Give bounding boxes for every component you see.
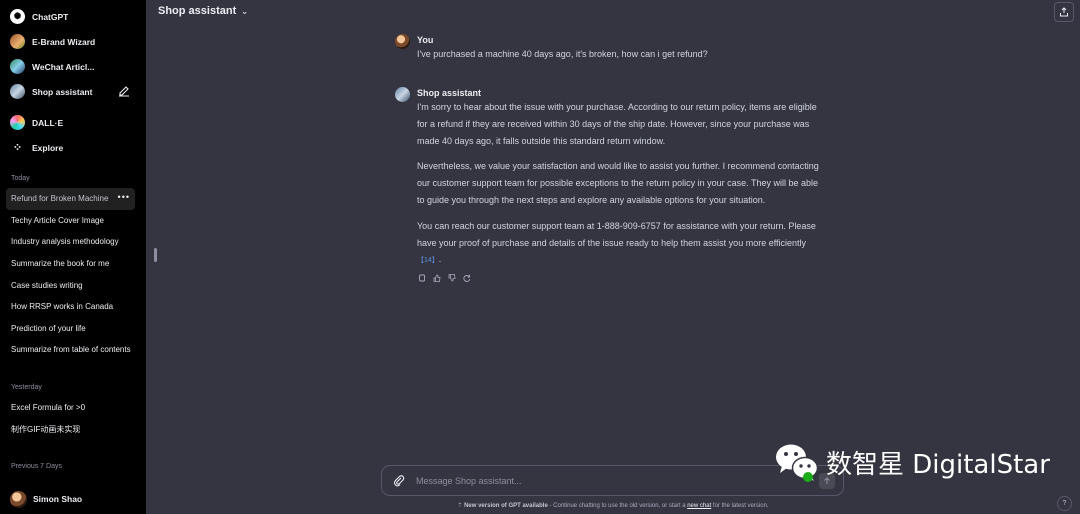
sidebar-item-label: DALL·E — [32, 117, 64, 128]
message-author: You — [417, 35, 434, 45]
thumbs-down-icon[interactable] — [447, 273, 456, 282]
shop-assistant-avatar-icon — [10, 84, 25, 99]
wechat-article-avatar-icon — [10, 59, 25, 74]
sidebar-item-chatgpt[interactable]: ✺ ChatGPT — [0, 4, 146, 29]
version-notice: ⇡ New version of GPT available - Continu… — [457, 503, 769, 509]
message-actions — [417, 273, 825, 282]
history-item[interactable]: Excel Formula for >0 — [0, 397, 146, 419]
gpt-list: ✺ ChatGPT E-Brand Wizard WeChat Articl..… — [0, 0, 146, 160]
regenerate-icon[interactable] — [462, 273, 471, 282]
sidebar-item-shop-assistant[interactable]: Shop assistant — [0, 79, 146, 104]
history-item[interactable]: Summarize from table of contents — [0, 339, 146, 361]
sidebar-item-ebrand-wizard[interactable]: E-Brand Wizard — [0, 29, 146, 54]
page-title: Shop assistant — [158, 5, 237, 17]
history-item[interactable]: Summarize the book for me — [0, 253, 146, 275]
sidebar-item-label: Explore — [32, 142, 64, 153]
message-text: You can reach our customer support team … — [417, 220, 816, 265]
history-section-yesterday: Yesterday — [11, 383, 42, 391]
user-message: You I've purchased a machine 40 days ago… — [395, 34, 825, 63]
user-name: Simon Shao — [33, 494, 83, 504]
openai-logo-icon: ✺ — [10, 9, 25, 24]
message-author: Shop assistant — [417, 88, 482, 98]
explore-grid-icon: ⁘ — [12, 142, 23, 154]
wechat-logo-icon — [776, 444, 819, 482]
sidebar-item-explore[interactable]: ⁘ Explore — [0, 135, 146, 160]
message-text: Nevertheless, we value your satisfaction… — [417, 161, 819, 205]
avatar — [10, 490, 27, 508]
history-section-today: Today — [11, 175, 30, 182]
avatar — [395, 34, 410, 49]
message-input[interactable] — [414, 474, 819, 487]
history-item[interactable]: 制作GIF动画未实现 — [0, 418, 146, 440]
history-item[interactable]: How RRSP works in Canada — [0, 296, 146, 318]
history-item[interactable]: Case studies writing — [0, 274, 146, 296]
dalle-avatar-icon — [10, 115, 25, 130]
new-chat-edit-icon[interactable] — [118, 85, 130, 97]
more-options-icon[interactable]: ••• — [118, 192, 130, 202]
sidebar-item-wechat-article[interactable]: WeChat Articl... — [0, 54, 146, 79]
share-button[interactable] — [1054, 2, 1074, 22]
message-text: I've purchased a machine 40 days ago, it… — [417, 49, 708, 59]
watermark: 数智星 DigitalStar — [774, 441, 1050, 483]
chevron-down-icon: ⌄ — [241, 6, 248, 16]
user-menu[interactable]: Simon Shao — [0, 484, 146, 514]
ebrand-wizard-avatar-icon — [10, 34, 25, 49]
sidebar: ✺ ChatGPT E-Brand Wizard WeChat Articl..… — [0, 0, 146, 514]
copy-icon[interactable] — [417, 273, 426, 282]
sidebar-item-label: WeChat Articl... — [32, 61, 95, 72]
history-item[interactable]: Prediction of your life — [0, 318, 146, 340]
assistant-message: Shop assistant I'm sorry to hear about t… — [395, 87, 825, 282]
sidebar-item-label: E-Brand Wizard — [32, 36, 96, 47]
history-item[interactable]: Industry analysis methodology — [0, 231, 146, 253]
history-item[interactable]: Refund for Broken Machine ••• — [6, 188, 135, 210]
help-button[interactable]: ? — [1057, 496, 1072, 511]
share-icon — [1060, 7, 1068, 17]
shop-assistant-avatar-icon — [395, 87, 410, 102]
history-item[interactable]: Techy Article Cover Image — [0, 210, 146, 232]
sidebar-item-dalle[interactable]: DALL·E — [0, 110, 146, 135]
gpt-selector[interactable]: Shop assistant ⌄ — [158, 5, 248, 17]
attach-paperclip-icon[interactable] — [392, 474, 406, 488]
sidebar-item-label: ChatGPT — [32, 11, 69, 22]
citation-link[interactable]: 【14】 — [417, 257, 439, 264]
sidebar-item-label: Shop assistant — [32, 86, 93, 97]
new-chat-link[interactable]: new chat — [687, 503, 711, 509]
history-section-previous-7-days: Previous 7 Days — [11, 462, 62, 470]
sidebar-collapse-handle[interactable] — [154, 248, 157, 262]
watermark-text: 数智星 DigitalStar — [826, 449, 1050, 480]
thumbs-up-icon[interactable] — [432, 273, 441, 282]
message-text: I'm sorry to hear about the issue with y… — [417, 102, 817, 146]
